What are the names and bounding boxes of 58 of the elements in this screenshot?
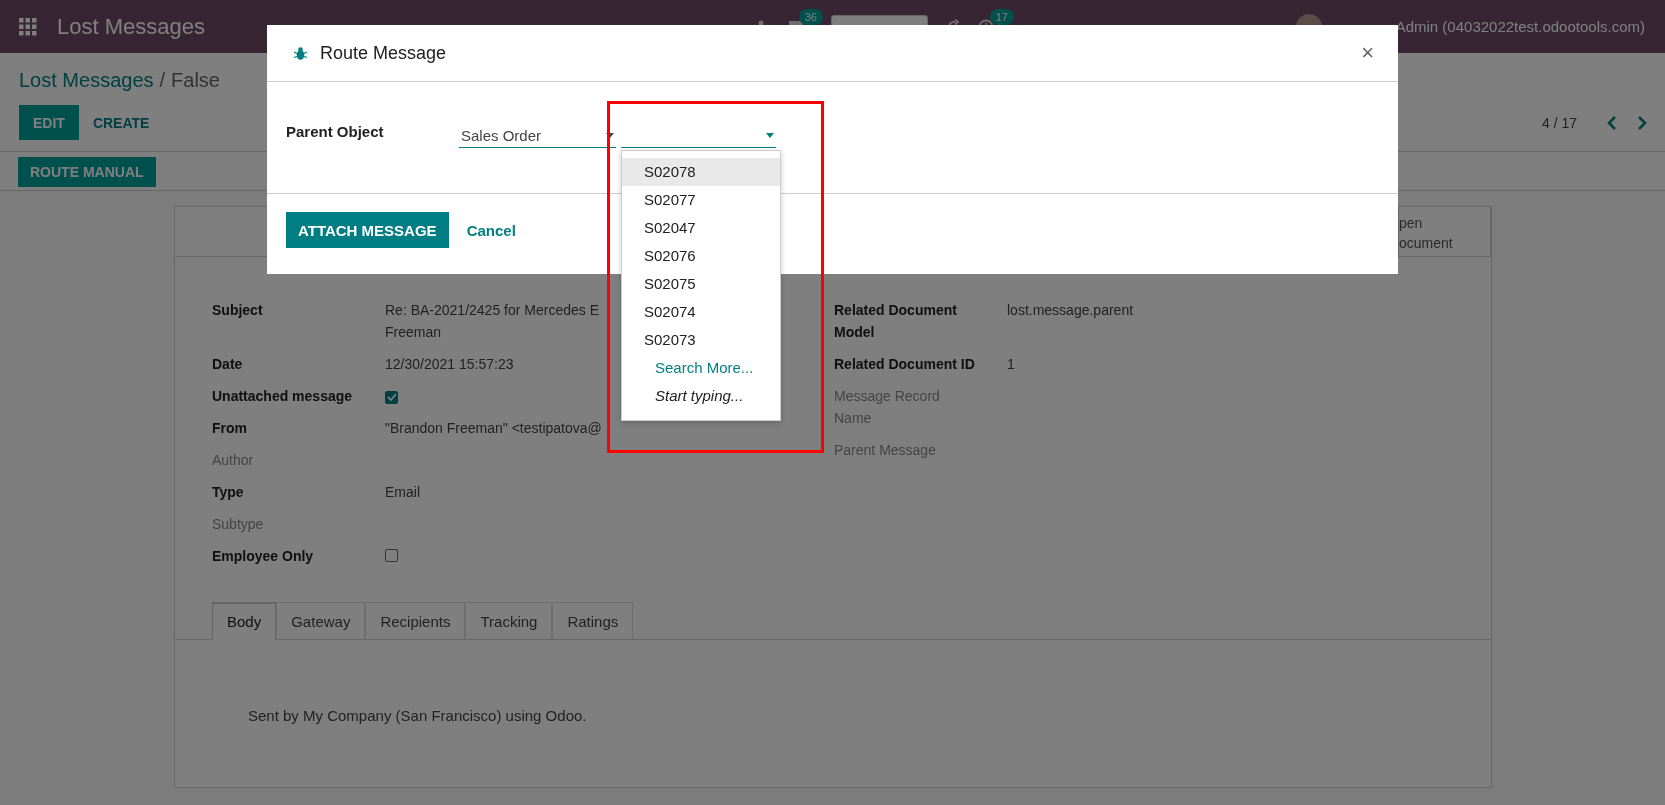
checkbox[interactable] [385, 549, 398, 562]
field-label: Employee Only [212, 547, 314, 566]
field-value: lost.message.parent [1007, 301, 1134, 320]
field-value: "Brandon Freeman" <testipatova@ [385, 419, 602, 438]
field-label: Subtype [212, 515, 264, 534]
dialog-title: Route Message [320, 42, 448, 64]
check-icon [386, 393, 397, 401]
dropdown-item[interactable]: S02076 [622, 242, 780, 270]
field-label: Related Document ID [834, 355, 975, 374]
dropdown-item[interactable]: S02074 [622, 298, 780, 326]
search-more-link[interactable]: Search More... [622, 354, 780, 382]
field-label: Subject [212, 301, 263, 320]
tab[interactable]: Gateway [276, 602, 366, 640]
tab[interactable]: Ratings [552, 602, 634, 640]
field-value: Email [385, 483, 420, 502]
field-value: 1 [1007, 355, 1015, 374]
field-value: 12/30/2021 15:57:23 [385, 355, 514, 374]
app-title: Lost Messages [57, 13, 205, 40]
field-label: Date [212, 355, 243, 374]
field-label: Message Record Name [834, 387, 940, 428]
apps-menu-icon[interactable] [19, 17, 37, 36]
pager-counter: 4 / 17 [1541, 114, 1577, 131]
field-label: Type [212, 483, 244, 502]
breadcrumb-current: False [171, 68, 220, 92]
notification-badge: 17 [989, 8, 1014, 25]
caret-icon [766, 133, 774, 138]
close-button[interactable]: × [1357, 40, 1378, 66]
cancel-link[interactable]: Cancel [466, 221, 516, 239]
checkbox[interactable] [385, 390, 398, 404]
chevron-right-icon[interactable] [1637, 115, 1647, 130]
breadcrumb-link[interactable]: Lost Messages [19, 68, 154, 92]
smart-button[interactable]: pen ocument [1398, 207, 1491, 256]
tab[interactable]: Body [212, 602, 277, 640]
tab[interactable]: Recipients [365, 602, 466, 640]
body-text: Sent by My Company (San Francisco) using Odoo. [247, 706, 588, 724]
dropdown-item[interactable]: S02078 [622, 158, 780, 186]
bug-icon [293, 45, 308, 61]
tab[interactable]: Tracking [465, 602, 553, 640]
user-menu[interactable]: Admin (04032022test.odootools.com) [1395, 18, 1645, 35]
field-label: Parent Message [834, 441, 936, 460]
field-label: Author [212, 451, 254, 470]
attach-message-button[interactable]: ATTACH MESSAGE [286, 212, 449, 248]
create-button[interactable]: CREATE [78, 105, 164, 140]
notification-badge: 36 [798, 8, 823, 25]
field-label: Unattached message [212, 387, 353, 406]
field-value: Re: BA-2021/2425 for Mercedes E Freeman [385, 301, 599, 342]
dropdown-item[interactable]: S02075 [622, 270, 780, 298]
hint-text: Start typing... [654, 386, 745, 406]
caret-icon [606, 133, 614, 138]
field-label: From [212, 419, 247, 438]
breadcrumb-separator: / [159, 68, 166, 92]
model-select[interactable]: Sales Order [459, 124, 616, 148]
field-label: Parent Object [286, 123, 385, 140]
chevron-left-icon[interactable] [1607, 115, 1617, 130]
field-label: Related Document Model [834, 301, 957, 342]
dropdown-item[interactable]: S02047 [622, 214, 780, 242]
dropdown-item[interactable]: S02077 [622, 186, 780, 214]
dropdown-item[interactable]: S02073 [622, 326, 780, 354]
